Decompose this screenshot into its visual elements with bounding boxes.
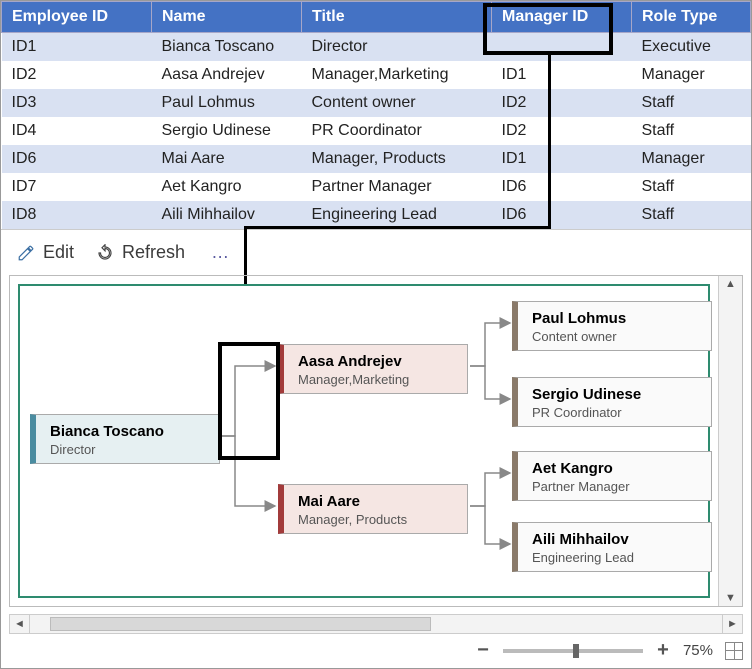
annotation-arrow-hline — [244, 226, 551, 229]
annotation-arrow-vline — [548, 53, 551, 226]
node-name: Mai Aare — [298, 493, 455, 510]
node-title: Engineering Lead — [532, 548, 699, 565]
org-chart-pane[interactable]: Bianca Toscano Director Aasa Andrejev Ma… — [9, 275, 743, 607]
col-role-type[interactable]: Role Type — [632, 2, 751, 33]
org-node-manager[interactable]: Mai Aare Manager, Products — [278, 484, 468, 534]
node-title: Director — [50, 440, 207, 457]
col-name[interactable]: Name — [152, 2, 302, 33]
edit-button[interactable]: Edit — [17, 242, 74, 263]
table-row[interactable]: ID4Sergio UdinesePR CoordinatorID2Staff — [2, 117, 751, 145]
table-row[interactable]: ID8Aili MihhailovEngineering LeadID6Staf… — [2, 201, 751, 229]
vertical-scrollbar[interactable]: ▲ ▼ — [718, 276, 742, 606]
scroll-track[interactable] — [30, 615, 722, 633]
refresh-icon — [96, 244, 114, 262]
table-row[interactable]: ID3Paul LohmusContent ownerID2Staff — [2, 89, 751, 117]
node-name: Paul Lohmus — [532, 310, 699, 327]
node-name: Bianca Toscano — [50, 423, 207, 440]
node-title: PR Coordinator — [532, 403, 699, 420]
employee-table[interactable]: Employee ID Name Title Manager ID Role T… — [1, 1, 751, 229]
zoom-slider[interactable] — [503, 649, 643, 653]
org-node-leaf[interactable]: Sergio Udinese PR Coordinator — [512, 377, 712, 427]
node-name: Aili Mihhailov — [532, 531, 699, 548]
table-row[interactable]: ID7Aet KangroPartner ManagerID6Staff — [2, 173, 751, 201]
scroll-up-icon[interactable]: ▲ — [719, 278, 742, 290]
table-row[interactable]: ID1Bianca ToscanoDirectorExecutive — [2, 33, 751, 62]
zoom-control: − + 75% — [475, 639, 743, 662]
node-name: Aasa Andrejev — [298, 353, 455, 370]
scroll-right-icon[interactable]: ► — [722, 615, 742, 633]
org-node-leaf[interactable]: Paul Lohmus Content owner — [512, 301, 712, 351]
table-row[interactable]: ID6Mai AareManager, ProductsID1Manager — [2, 145, 751, 173]
node-title: Manager,Marketing — [298, 370, 455, 387]
scroll-down-icon[interactable]: ▼ — [719, 592, 742, 604]
node-name: Aet Kangro — [532, 460, 699, 477]
fit-to-window-button[interactable] — [725, 642, 743, 660]
org-node-manager[interactable]: Aasa Andrejev Manager,Marketing — [278, 344, 468, 394]
scroll-left-icon[interactable]: ◄ — [10, 615, 30, 633]
pencil-icon — [17, 244, 35, 262]
node-title: Partner Manager — [532, 477, 699, 494]
node-name: Sergio Udinese — [532, 386, 699, 403]
annotation-highlight-header — [483, 3, 613, 55]
refresh-label: Refresh — [122, 242, 185, 263]
org-node-leaf[interactable]: Aet Kangro Partner Manager — [512, 451, 712, 501]
table-row[interactable]: ID2Aasa AndrejevManager,MarketingID1Mana… — [2, 61, 751, 89]
node-title: Manager, Products — [298, 510, 455, 527]
col-employee-id[interactable]: Employee ID — [2, 2, 152, 33]
scroll-thumb[interactable] — [50, 617, 431, 631]
horizontal-scrollbar[interactable]: ◄ ► — [9, 614, 743, 634]
org-node-root[interactable]: Bianca Toscano Director — [30, 414, 220, 464]
more-button[interactable]: … — [207, 242, 232, 263]
org-chart-canvas[interactable]: Bianca Toscano Director Aasa Andrejev Ma… — [18, 284, 710, 598]
diagram-toolbar: Edit Refresh … — [1, 229, 751, 275]
refresh-button[interactable]: Refresh — [96, 242, 185, 263]
org-node-leaf[interactable]: Aili Mihhailov Engineering Lead — [512, 522, 712, 572]
edit-label: Edit — [43, 242, 74, 263]
zoom-out-button[interactable]: − — [475, 639, 491, 662]
annotation-highlight-diagram — [218, 342, 280, 460]
zoom-slider-knob[interactable] — [573, 644, 579, 658]
zoom-in-button[interactable]: + — [655, 639, 671, 662]
zoom-value: 75% — [683, 642, 713, 659]
col-title[interactable]: Title — [302, 2, 492, 33]
node-title: Content owner — [532, 327, 699, 344]
